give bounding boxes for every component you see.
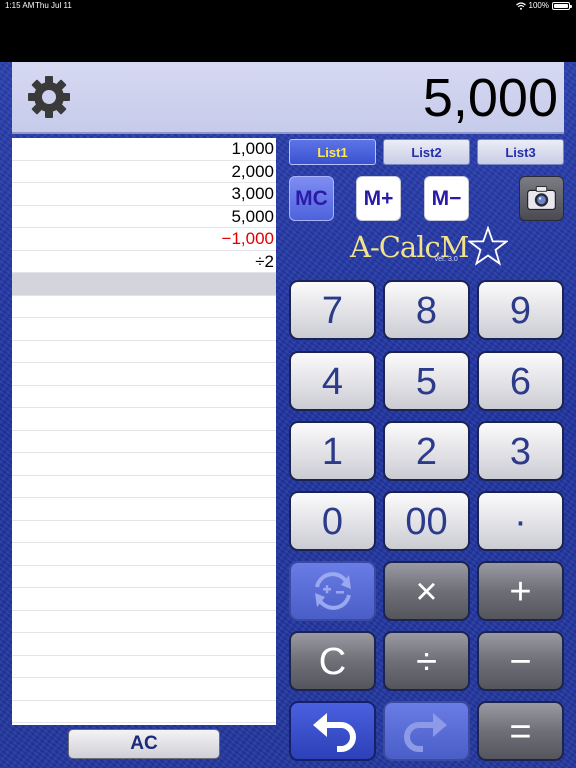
undo-arrow-icon — [312, 713, 356, 752]
tape-empty-row — [12, 656, 276, 678]
logo-version: Ver. 3.0 — [434, 256, 458, 263]
tape-current-row[interactable] — [12, 273, 276, 296]
tape-row[interactable]: 2,000 — [12, 161, 276, 183]
tape-row[interactable]: ÷2 — [12, 251, 276, 273]
tape-empty-row — [12, 633, 276, 656]
gear-icon[interactable] — [26, 74, 72, 120]
tape-empty-row — [12, 408, 276, 431]
tape-empty-row — [12, 431, 276, 453]
tape-empty-row — [12, 498, 276, 521]
key-7[interactable]: 7 — [289, 280, 376, 340]
star-outline-icon — [468, 226, 508, 266]
tape-empty-row — [12, 723, 276, 725]
tape-empty-row — [12, 453, 276, 476]
status-right: 100% — [515, 0, 572, 12]
tape-row[interactable]: 3,000 — [12, 183, 276, 206]
memory-minus-button[interactable]: M− — [424, 176, 469, 221]
tape-empty-row — [12, 701, 276, 723]
key-1[interactable]: 1 — [289, 421, 376, 481]
redo-button[interactable] — [383, 701, 470, 761]
tape-empty-row — [12, 296, 276, 318]
camera-button[interactable] — [519, 176, 564, 221]
key-6[interactable]: 6 — [477, 351, 564, 411]
wifi-icon — [515, 2, 526, 10]
redo-arrow-icon — [403, 713, 447, 752]
key-0[interactable]: 0 — [289, 491, 376, 551]
key-00[interactable]: 00 — [383, 491, 470, 551]
tape-empty-row — [12, 386, 276, 408]
battery-icon — [552, 2, 572, 10]
key-2[interactable]: 2 — [383, 421, 470, 481]
tape-row[interactable]: 1,000 — [12, 138, 276, 161]
status-bar: 1:15 AM Thu Jul 11 100% — [0, 0, 576, 12]
display-value: 5,000 — [422, 68, 558, 128]
status-date: Thu Jul 11 — [35, 1, 72, 10]
undo-button[interactable] — [289, 701, 376, 761]
battery-fill — [554, 4, 568, 8]
tape-empty-row — [12, 543, 276, 566]
key-5[interactable]: 5 — [383, 351, 470, 411]
multiply-button[interactable]: × — [383, 561, 470, 621]
equals-button[interactable]: = — [477, 701, 564, 761]
status-time: 1:15 AM — [5, 1, 35, 10]
calculator-app: 5,000 1,000 2,000 3,000 5,000 −1,000 ÷2 AC Li… — [0, 62, 576, 768]
display-panel: 5,000 — [12, 62, 564, 134]
tape-empty-row — [12, 588, 276, 611]
minus-button[interactable]: − — [477, 631, 564, 691]
tape-empty-row — [12, 363, 276, 386]
tape-empty-row — [12, 521, 276, 543]
tab-list2[interactable]: List2 — [383, 139, 470, 165]
tape-empty-row — [12, 611, 276, 633]
tape-empty-row — [12, 318, 276, 341]
key-9[interactable]: 9 — [477, 280, 564, 340]
tape-empty-row — [12, 476, 276, 498]
tab-list3[interactable]: List3 — [477, 139, 564, 165]
tape-row[interactable]: 5,000 — [12, 206, 276, 228]
divide-button[interactable]: ÷ — [383, 631, 470, 691]
tape-list[interactable]: 1,000 2,000 3,000 5,000 −1,000 ÷2 — [12, 138, 276, 725]
key-4[interactable]: 4 — [289, 351, 376, 411]
memory-plus-button[interactable]: M+ — [356, 176, 401, 221]
sign-toggle-button[interactable] — [289, 561, 376, 621]
camera-icon — [527, 186, 556, 211]
battery-percent: 100% — [528, 1, 549, 10]
tape-empty-row — [12, 678, 276, 701]
tape-row[interactable]: −1,000 — [12, 228, 276, 251]
key-8[interactable]: 8 — [383, 280, 470, 340]
all-clear-button[interactable]: AC — [68, 729, 220, 759]
tape-empty-row — [12, 566, 276, 588]
app-logo: A-CalcM Ver. 3.0 — [350, 226, 510, 268]
clear-button[interactable]: C — [289, 631, 376, 691]
key-decimal[interactable]: · — [477, 491, 564, 551]
plus-button[interactable]: + — [477, 561, 564, 621]
list-tabs: List1 List2 List3 — [289, 139, 564, 165]
memory-clear-button[interactable]: MC — [289, 176, 334, 221]
plus-minus-cycle-icon — [314, 572, 351, 610]
tape-empty-row — [12, 341, 276, 363]
tab-list1[interactable]: List1 — [289, 139, 376, 165]
key-3[interactable]: 3 — [477, 421, 564, 481]
